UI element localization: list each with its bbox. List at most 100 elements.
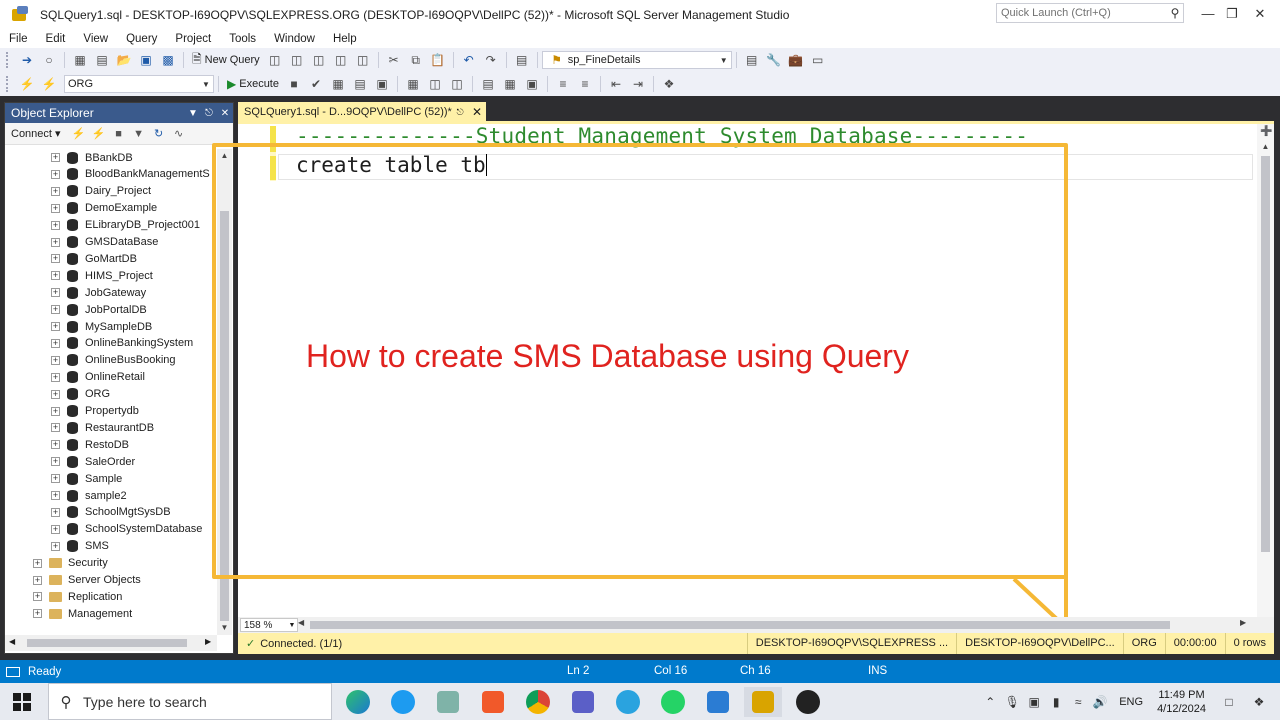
tree-node-folder[interactable]: + Security xyxy=(33,555,108,572)
tree-node-database[interactable]: + OnlineRetail xyxy=(51,369,145,386)
menu-view[interactable]: View xyxy=(74,30,117,48)
microphone-icon[interactable]: 🎙 xyxy=(1001,695,1023,709)
results-to-file-icon[interactable]: ▣ xyxy=(523,76,541,92)
expand-icon[interactable]: + xyxy=(51,389,60,399)
object-explorer-hscrollbar[interactable]: ◀ ▶ xyxy=(5,635,217,651)
scroll-thumb[interactable] xyxy=(1261,156,1270,552)
expand-icon[interactable]: + xyxy=(51,203,60,213)
expand-icon[interactable]: + xyxy=(51,237,60,247)
comment-icon[interactable]: ≡ xyxy=(554,76,572,92)
scroll-left-icon[interactable]: ◀ xyxy=(298,618,304,627)
increase-indent-icon[interactable]: ⇥ xyxy=(629,76,647,92)
tree-node-database[interactable]: + HIMS_Project xyxy=(51,267,153,284)
scroll-thumb[interactable] xyxy=(220,211,229,621)
battery-icon[interactable]: ▮ xyxy=(1045,695,1067,709)
xmla-query-icon[interactable]: ◫ xyxy=(332,52,350,68)
menu-file[interactable]: File xyxy=(0,30,37,48)
tree-node-database[interactable]: + BloodBankManagementS xyxy=(51,166,210,183)
menu-window[interactable]: Window xyxy=(265,30,324,48)
connect-object-icon[interactable]: ⚡ xyxy=(71,127,87,140)
chevron-down-icon[interactable]: ▼ xyxy=(199,80,213,89)
save-icon[interactable]: ▣ xyxy=(137,52,155,68)
back-icon[interactable]: ➔ xyxy=(18,52,36,68)
dmx-query-icon[interactable]: ◫ xyxy=(310,52,328,68)
quick-launch[interactable]: Quick Launch (Ctrl+Q) ⚲ xyxy=(996,3,1184,23)
scroll-left-icon[interactable]: ◀ xyxy=(9,637,15,646)
expand-icon[interactable]: + xyxy=(33,575,42,585)
uncomment-icon[interactable]: ≡ xyxy=(576,76,594,92)
tree-node-database[interactable]: + JobPortalDB xyxy=(51,301,147,318)
recorder-app[interactable] xyxy=(789,687,827,717)
paste-icon[interactable]: 📋 xyxy=(429,52,447,68)
window-layout-icon[interactable]: ▭ xyxy=(809,52,827,68)
wifi-icon[interactable]: ≈ xyxy=(1067,695,1089,709)
taskbar-search-input[interactable]: Type here to search xyxy=(83,694,207,710)
chrome-app[interactable] xyxy=(519,687,557,717)
hscroll-thumb[interactable] xyxy=(310,621,1170,629)
dax-query-icon[interactable]: ◫ xyxy=(354,52,372,68)
brave-app[interactable] xyxy=(474,687,512,717)
solution-explorer-icon[interactable]: ▤ xyxy=(743,52,761,68)
tree-node-database[interactable]: + Sample xyxy=(51,470,122,487)
menu-help[interactable]: Help xyxy=(324,30,366,48)
undo-icon[interactable]: ↶ xyxy=(460,52,478,68)
tree-node-database[interactable]: + RestaurantDB xyxy=(51,419,154,436)
split-icon[interactable]: ➕ xyxy=(1260,126,1272,137)
disconnect-icon[interactable]: ⚡ xyxy=(40,76,58,92)
expand-icon[interactable]: + xyxy=(33,609,42,619)
photos-app[interactable] xyxy=(699,687,737,717)
available-databases-combo[interactable]: ORG ▼ xyxy=(64,75,214,93)
expand-icon[interactable]: + xyxy=(51,220,60,230)
scroll-up-icon[interactable]: ▲ xyxy=(217,151,232,160)
scroll-right-icon[interactable]: ▶ xyxy=(205,637,211,646)
taskbar-search[interactable]: ⚲ Type here to search xyxy=(48,683,332,720)
expand-icon[interactable]: + xyxy=(33,592,42,602)
hscroll-thumb[interactable] xyxy=(27,639,187,647)
editor-hscrollbar[interactable]: ◀ ▶ xyxy=(298,618,1250,630)
twitter-app[interactable] xyxy=(384,687,422,717)
query-designer-icon[interactable]: ▤ xyxy=(351,76,369,92)
editor-scrollbar[interactable]: ➕ ▲ xyxy=(1257,124,1274,617)
toolbar-grip[interactable] xyxy=(6,76,10,92)
restore-button[interactable]: ❐ xyxy=(1220,4,1244,24)
tree-node-database[interactable]: + ORG xyxy=(51,386,110,403)
code-line-create[interactable]: create table tb xyxy=(296,153,487,177)
menu-tools[interactable]: Tools xyxy=(220,30,265,48)
estimated-plan-icon[interactable]: ▦ xyxy=(329,76,347,92)
specify-values-icon[interactable]: ❖ xyxy=(660,76,678,92)
expand-icon[interactable]: + xyxy=(51,305,60,315)
tree-node-database[interactable]: + Propertydb xyxy=(51,403,139,420)
stop-icon[interactable]: ■ xyxy=(111,128,127,140)
tree-node-database[interactable]: + SMS xyxy=(51,538,109,555)
chevron-down-icon[interactable]: ▼ xyxy=(287,622,297,629)
copy-icon[interactable]: ⧉ xyxy=(407,52,425,68)
tree-node-database[interactable]: + GoMartDB xyxy=(51,250,137,267)
procedure-combo[interactable]: ⚑ sp_FineDetails ▼ xyxy=(541,51,732,69)
tree-node-folder[interactable]: + Replication xyxy=(33,588,122,605)
expand-icon[interactable]: + xyxy=(51,153,60,162)
tree-node-database[interactable]: + SchoolMgtSysDB xyxy=(51,504,171,521)
expand-icon[interactable]: + xyxy=(33,558,42,568)
open-file-icon[interactable]: 📂 xyxy=(115,52,133,68)
tree-node-database[interactable]: + DemoExample xyxy=(51,200,157,217)
expand-icon[interactable]: + xyxy=(51,440,60,450)
code-line-comment[interactable]: --------------Student Management System … xyxy=(296,124,1028,148)
tree-node-database[interactable]: + sample2 xyxy=(51,487,127,504)
clock[interactable]: 11:49 PM 4/12/2024 xyxy=(1157,688,1206,716)
new-query-button[interactable]: 🗎 New Query xyxy=(188,50,264,71)
tree-node-database[interactable]: + MySampleDB xyxy=(51,318,152,335)
mdx-query-icon[interactable]: ◫ xyxy=(288,52,306,68)
expand-icon[interactable]: + xyxy=(51,288,60,298)
tree-node-database[interactable]: + JobGateway xyxy=(51,284,146,301)
refresh-icon[interactable]: ↻ xyxy=(151,127,167,140)
windows-start-icon[interactable] xyxy=(13,692,31,711)
tree-node-folder[interactable]: + Management xyxy=(33,605,132,622)
expand-icon[interactable]: + xyxy=(51,322,60,331)
expand-icon[interactable]: + xyxy=(51,524,60,534)
close-icon[interactable]: ✕ xyxy=(217,108,233,119)
add-item-icon[interactable]: ▤ xyxy=(93,52,111,68)
expand-icon[interactable]: + xyxy=(51,372,60,382)
cut-icon[interactable]: ✂ xyxy=(385,52,403,68)
forward-icon[interactable]: ○ xyxy=(40,52,58,68)
connect-button[interactable]: Connect ▾ xyxy=(11,127,61,140)
